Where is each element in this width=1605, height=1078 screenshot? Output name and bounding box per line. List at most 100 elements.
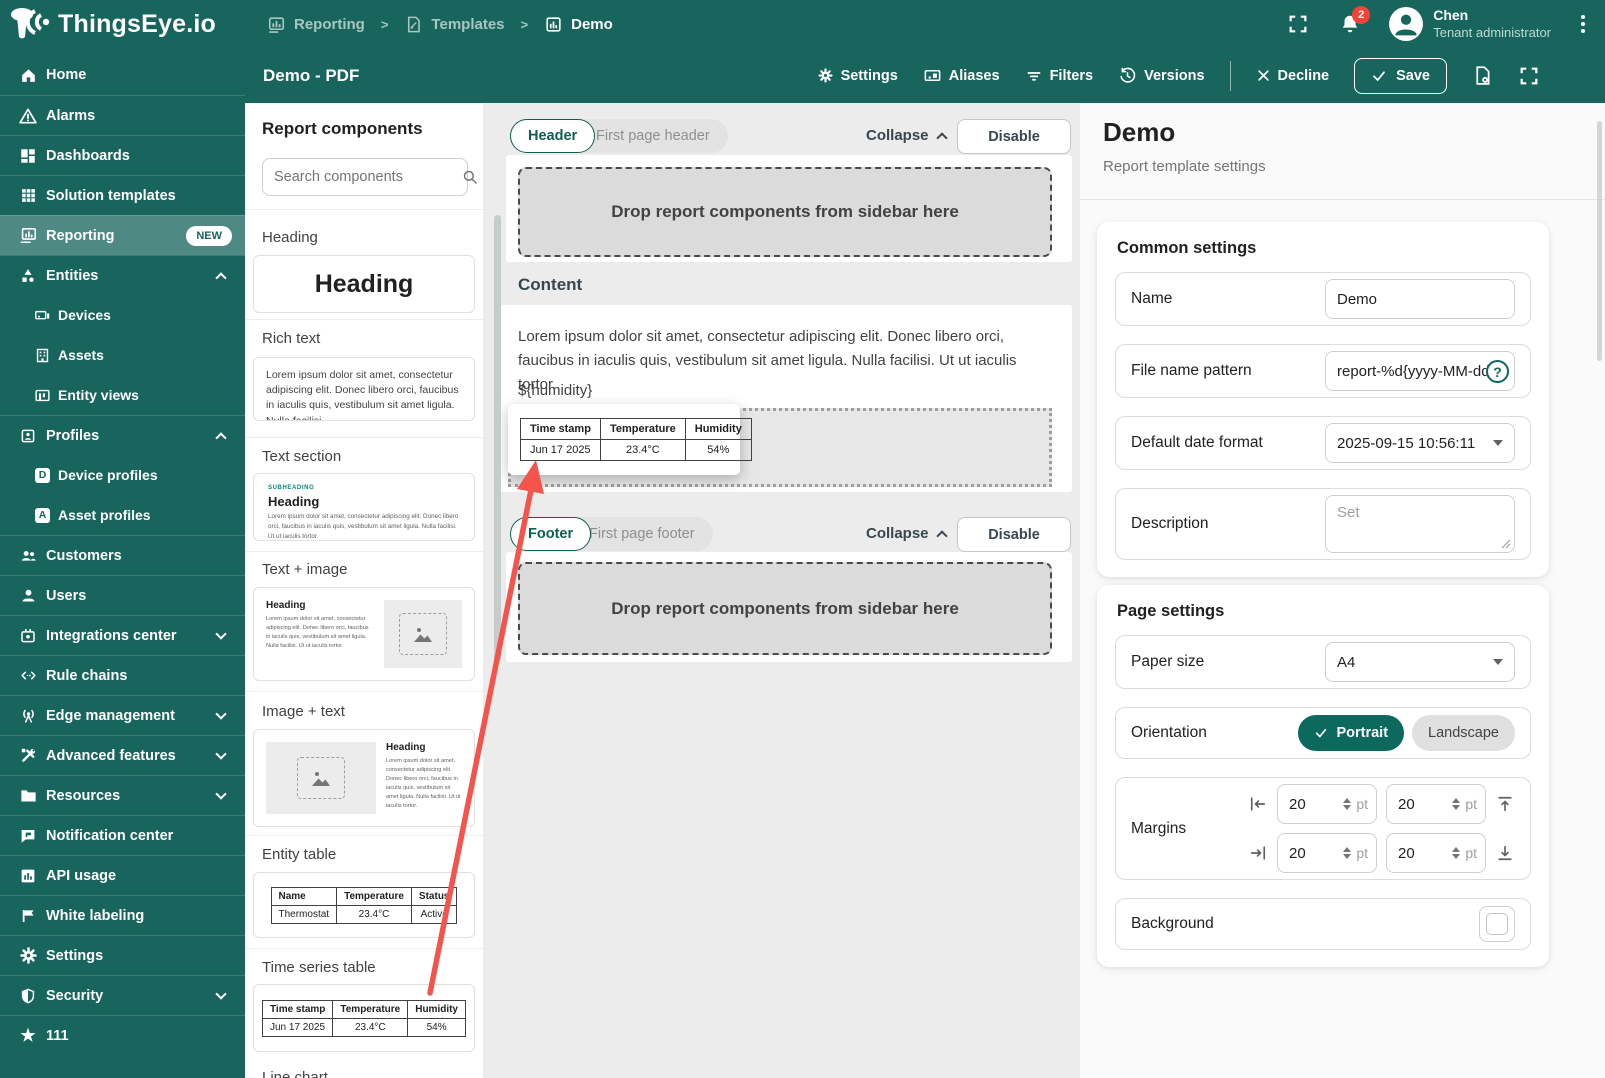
header-collapse-button[interactable]: Collapse (866, 127, 948, 144)
user-info[interactable]: Chen Tenant administrator (1433, 7, 1551, 41)
margin-bottom-input[interactable]: 20 pt (1386, 833, 1486, 873)
paper-size-label: Paper size (1131, 653, 1205, 670)
top-bar: ThingsEye.io Reporting > Templates > Dem… (0, 0, 1605, 48)
component-text-section[interactable]: SUBHEADING Heading Lorem ipsum dolor sit… (253, 473, 475, 541)
sidebar-item-integrations-center[interactable]: Integrations center (0, 615, 245, 655)
resize-handle-icon[interactable] (1501, 539, 1511, 549)
settings-button[interactable]: Settings (817, 67, 898, 84)
filters-button[interactable]: Filters (1025, 67, 1093, 85)
component-entity-table[interactable]: Name Temperature Status Thermostat 23.4°… (253, 872, 475, 938)
component-time-series-table[interactable]: Time stamp Temperature Humidity Jun 17 2… (253, 984, 475, 1052)
margin-right-input[interactable]: 20 pt (1277, 833, 1377, 873)
sidebar-item-customers[interactable]: Customers (0, 535, 245, 575)
tools-icon (18, 746, 38, 766)
more-menu-icon[interactable] (1577, 11, 1589, 37)
header-dropzone[interactable]: Drop report components from sidebar here (518, 167, 1052, 257)
stepper-arrows[interactable] (1343, 847, 1352, 859)
breadcrumb-reporting[interactable]: Reporting (267, 15, 365, 34)
sidebar-item-solution-templates[interactable]: Solution templates (0, 175, 245, 215)
notifications-button[interactable]: 2 (1339, 6, 1371, 35)
background-color-button[interactable] (1479, 906, 1515, 942)
search-components-box[interactable] (262, 158, 477, 196)
sidebar-item-security[interactable]: Security (0, 975, 245, 1015)
divider (245, 948, 483, 949)
landscape-toggle[interactable]: Landscape (1412, 715, 1515, 751)
background-row: Background (1115, 898, 1531, 950)
breadcrumb-templates[interactable]: Templates (404, 15, 505, 34)
sidebar-item-resources[interactable]: Resources (0, 775, 245, 815)
tab-header[interactable]: Header (510, 119, 596, 153)
default-date-format-label: Default date format (1131, 434, 1263, 451)
sidebar-item-alarms[interactable]: Alarms (0, 95, 245, 135)
toolbar-fullscreen-icon[interactable] (1518, 65, 1540, 87)
sidebar-item-devices[interactable]: Devices (0, 295, 245, 335)
sidebar-item-asset-profiles[interactable]: A Asset profiles (0, 495, 245, 535)
default-date-format-row: Default date format 2025-09-15 10:56:11 (1115, 416, 1531, 470)
components-panel-title: Report components (262, 119, 423, 138)
template-settings-panel: Demo Report template settings Common set… (1080, 103, 1605, 1078)
margin-top-input[interactable]: 20 pt (1386, 784, 1486, 824)
header-disable-button[interactable]: Disable (957, 119, 1071, 154)
brand-logo[interactable]: ThingsEye.io (0, 7, 245, 41)
sidebar-item-dashboards[interactable]: Dashboards (0, 135, 245, 175)
versions-button[interactable]: Versions (1118, 66, 1205, 85)
content-variable: ${humidity} (518, 382, 593, 399)
footer-collapse-button[interactable]: Collapse (866, 525, 948, 542)
save-button[interactable]: Save (1354, 57, 1447, 94)
help-icon[interactable]: ? (1486, 360, 1509, 383)
portrait-toggle[interactable]: Portrait (1298, 715, 1405, 751)
sidebar-item-notification-center[interactable]: Notification center (0, 815, 245, 855)
decline-button[interactable]: Decline (1256, 68, 1329, 84)
description-field[interactable]: Set (1325, 495, 1515, 553)
settings-scrollbar[interactable] (1597, 121, 1602, 361)
component-group-timeseries-label: Time series table (262, 959, 376, 976)
name-label: Name (1131, 290, 1173, 307)
component-text-image[interactable]: Heading Lorem ipsum dolor sit amet, cons… (253, 587, 475, 681)
default-date-format-select[interactable]: 2025-09-15 10:56:11 (1325, 423, 1515, 463)
sidebar-item-api-usage[interactable]: API usage (0, 855, 245, 895)
component-heading[interactable]: Heading (253, 255, 475, 313)
sidebar-item-white-labeling[interactable]: White labeling (0, 895, 245, 935)
stepper-arrows[interactable] (1452, 798, 1461, 810)
aliases-icon (923, 66, 942, 85)
breadcrumb-demo[interactable]: Demo (544, 15, 613, 34)
sidebar-item-advanced-features[interactable]: Advanced features (0, 735, 245, 775)
sidebar-item-users[interactable]: Users (0, 575, 245, 615)
sidebar-item-profiles[interactable]: Profiles (0, 415, 245, 455)
page-title: Demo - PDF (263, 66, 360, 85)
dragged-time-series-table[interactable]: Time stamp Temperature Humidity Jun 17 2… (508, 404, 752, 475)
footer-disable-button[interactable]: Disable (957, 517, 1071, 552)
canvas-scrollbar[interactable] (494, 215, 501, 662)
name-field[interactable]: Demo (1325, 279, 1515, 319)
margin-left-input[interactable]: 20 pt (1277, 784, 1377, 824)
sidebar-item-reporting[interactable]: Reporting NEW (0, 215, 245, 255)
sidebar-item-home[interactable]: Home (0, 55, 245, 95)
fullscreen-icon[interactable] (1287, 13, 1309, 35)
component-rich-text[interactable]: Lorem ipsum dolor sit amet, consectetur … (253, 357, 475, 421)
asset-profiles-icon: A (34, 507, 51, 524)
divider (245, 209, 483, 210)
check-icon (1371, 68, 1387, 84)
aliases-button[interactable]: Aliases (923, 66, 1000, 85)
paper-size-select[interactable]: A4 (1325, 642, 1515, 682)
sidebar-item-edge-management[interactable]: Edge management (0, 695, 245, 735)
avatar[interactable] (1389, 7, 1424, 41)
stepper-arrows[interactable] (1343, 798, 1352, 810)
sidebar-item-entity-views[interactable]: Entity views (0, 375, 245, 415)
sidebar-item-111[interactable]: ★ 111 (0, 1015, 245, 1055)
image-placeholder (384, 600, 462, 668)
stepper-arrows[interactable] (1452, 847, 1461, 859)
sidebar-item-rule-chains[interactable]: Rule chains (0, 655, 245, 695)
component-image-text[interactable]: Heading Lorem ipsum dolor sit amet, cons… (253, 729, 475, 827)
sidebar-item-settings[interactable]: Settings (0, 935, 245, 975)
tab-footer[interactable]: Footer (510, 517, 592, 551)
generate-report-icon[interactable] (1472, 65, 1493, 86)
breadcrumb: Reporting > Templates > Demo (267, 15, 613, 34)
search-input[interactable] (274, 169, 461, 185)
sidebar-item-entities[interactable]: Entities (0, 255, 245, 295)
sidebar-item-assets[interactable]: Assets (0, 335, 245, 375)
footer-dropzone[interactable]: Drop report components from sidebar here (518, 562, 1052, 655)
sidebar-item-device-profiles[interactable]: D Device profiles (0, 455, 245, 495)
chevron-down-icon (215, 628, 227, 640)
file-name-pattern-field[interactable]: report-%d{yyyy-MM-dd ? (1325, 351, 1515, 391)
